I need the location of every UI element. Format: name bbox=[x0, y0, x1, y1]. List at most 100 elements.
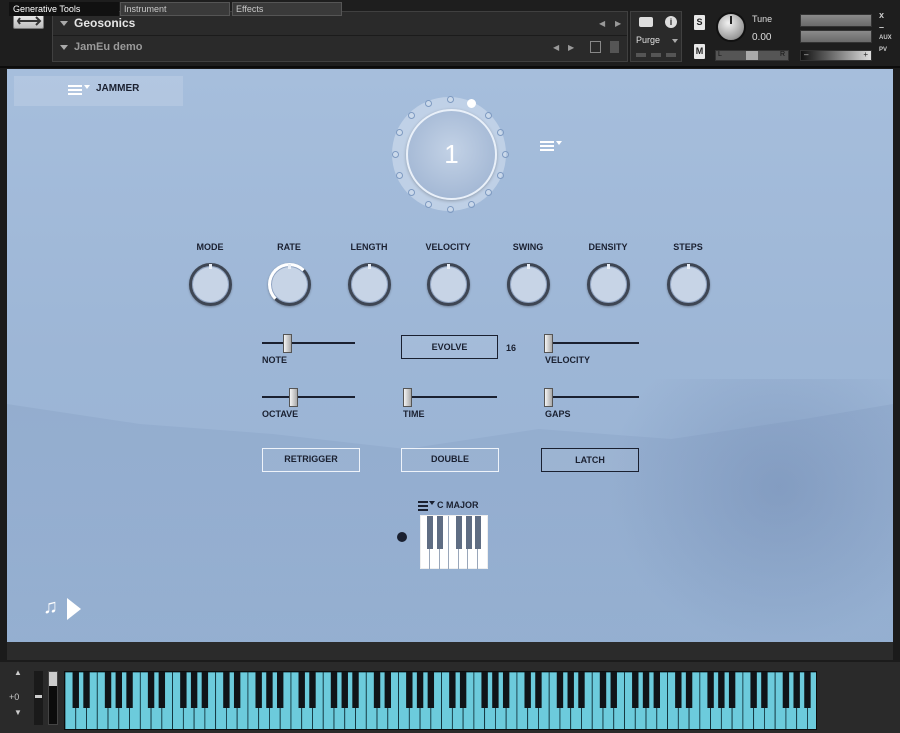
chevron-down-icon[interactable] bbox=[672, 39, 678, 43]
pattern-step-dot[interactable] bbox=[485, 111, 493, 119]
chevron-down-icon[interactable] bbox=[60, 21, 68, 26]
black-key[interactable] bbox=[309, 672, 316, 708]
pv-button[interactable]: PV bbox=[879, 47, 887, 53]
octave-slider-thumb[interactable] bbox=[289, 388, 298, 407]
black-key[interactable] bbox=[610, 672, 617, 708]
time-slider-track[interactable] bbox=[403, 396, 497, 398]
pattern-menu-icon[interactable] bbox=[540, 141, 554, 152]
prev-multi-icon[interactable]: ◀ bbox=[553, 43, 559, 52]
black-key[interactable] bbox=[147, 672, 155, 708]
scale-menu-icon[interactable] bbox=[418, 501, 428, 512]
octave-down-icon[interactable]: ▼ bbox=[14, 708, 22, 717]
hamburger-menu-icon[interactable] bbox=[68, 85, 82, 96]
black-key[interactable] bbox=[83, 672, 90, 708]
scale-piano[interactable] bbox=[420, 515, 488, 569]
black-key[interactable] bbox=[761, 672, 768, 708]
next-multi-icon[interactable]: ▶ bbox=[568, 43, 574, 52]
velocity-knob[interactable] bbox=[427, 263, 470, 306]
density-knob[interactable] bbox=[587, 263, 630, 306]
black-key[interactable] bbox=[578, 672, 585, 708]
gaps-slider-thumb[interactable] bbox=[544, 388, 553, 407]
pattern-step-dot[interactable] bbox=[391, 150, 399, 158]
black-key[interactable] bbox=[180, 672, 187, 708]
black-key[interactable] bbox=[277, 672, 284, 708]
black-key[interactable] bbox=[223, 672, 230, 708]
black-key[interactable] bbox=[642, 672, 650, 708]
latch-button[interactable]: LATCH bbox=[541, 448, 639, 472]
black-key[interactable] bbox=[352, 672, 359, 708]
pattern-step-dot[interactable] bbox=[446, 205, 454, 213]
black-key[interactable] bbox=[718, 672, 725, 708]
aux-button[interactable]: AUX bbox=[879, 35, 892, 41]
black-key[interactable] bbox=[72, 672, 79, 708]
black-key[interactable] bbox=[427, 672, 435, 708]
pattern-step-dot[interactable] bbox=[497, 171, 505, 179]
black-key[interactable] bbox=[675, 672, 682, 708]
black-key[interactable] bbox=[126, 672, 133, 708]
black-key[interactable] bbox=[233, 672, 241, 708]
pattern-step-dot[interactable] bbox=[407, 111, 415, 119]
minimize-icon[interactable]: – bbox=[879, 22, 884, 32]
black-key[interactable] bbox=[104, 672, 112, 708]
black-key[interactable] bbox=[599, 672, 607, 708]
prev-instrument-icon[interactable]: ◀ bbox=[599, 19, 605, 28]
mod-wheel[interactable] bbox=[48, 671, 58, 725]
black-key[interactable] bbox=[804, 672, 811, 708]
pitch-bend-wheel[interactable] bbox=[34, 671, 43, 725]
black-key[interactable] bbox=[481, 672, 488, 708]
black-key[interactable] bbox=[567, 672, 574, 708]
next-instrument-icon[interactable]: ▶ bbox=[615, 19, 621, 28]
scale-power-icon[interactable] bbox=[397, 532, 407, 542]
octave-slider-track[interactable] bbox=[262, 396, 355, 398]
length-knob[interactable] bbox=[348, 263, 391, 306]
swing-knob[interactable] bbox=[507, 263, 550, 306]
evolve-button[interactable]: EVOLVE bbox=[401, 335, 498, 359]
black-key[interactable] bbox=[341, 672, 348, 708]
black-key[interactable] bbox=[707, 672, 714, 708]
retrigger-button[interactable]: RETRIGGER bbox=[262, 448, 360, 472]
black-key[interactable] bbox=[632, 672, 639, 708]
black-key[interactable] bbox=[190, 672, 198, 708]
black-key[interactable] bbox=[728, 672, 736, 708]
black-key[interactable] bbox=[653, 672, 660, 708]
black-key[interactable] bbox=[793, 672, 800, 708]
tab-effects[interactable]: Effects bbox=[232, 2, 342, 16]
black-key[interactable] bbox=[782, 672, 790, 708]
music-note-icon[interactable]: ♫ bbox=[43, 597, 58, 617]
pattern-step-dot[interactable] bbox=[446, 95, 454, 103]
black-key[interactable] bbox=[416, 672, 424, 708]
solo-button[interactable]: S bbox=[694, 15, 705, 30]
chevron-down-icon[interactable] bbox=[60, 45, 68, 50]
play-icon[interactable] bbox=[67, 598, 81, 620]
multi-name[interactable]: JamEu demo bbox=[74, 41, 142, 53]
pattern-step-dot[interactable] bbox=[395, 171, 403, 179]
black-key[interactable] bbox=[330, 672, 338, 708]
purge-menu[interactable]: Purge bbox=[636, 35, 660, 45]
pattern-step-dot-active[interactable] bbox=[466, 98, 476, 108]
pattern-step-dot[interactable] bbox=[467, 201, 475, 209]
black-key[interactable] bbox=[115, 672, 122, 708]
volume-slider[interactable]: – + bbox=[800, 50, 872, 61]
save-icon[interactable] bbox=[590, 41, 601, 53]
black-key[interactable] bbox=[459, 672, 467, 708]
black-key[interactable] bbox=[158, 672, 166, 708]
instrument-name[interactable]: Geosonics bbox=[74, 16, 135, 30]
mode-knob[interactable] bbox=[189, 263, 232, 306]
steps-knob[interactable] bbox=[667, 263, 710, 306]
trash-icon[interactable] bbox=[610, 41, 619, 53]
black-key[interactable] bbox=[502, 672, 510, 708]
pan-slider[interactable]: L R bbox=[715, 50, 789, 61]
black-key[interactable] bbox=[373, 672, 381, 708]
note-slider-track[interactable] bbox=[262, 342, 355, 344]
note-slider-thumb[interactable] bbox=[283, 334, 292, 353]
time-slider-thumb[interactable] bbox=[403, 388, 412, 407]
black-key[interactable] bbox=[685, 672, 693, 708]
velocity-slider-thumb[interactable] bbox=[544, 334, 553, 353]
black-key[interactable] bbox=[255, 672, 262, 708]
close-icon[interactable]: x bbox=[879, 10, 884, 20]
black-key[interactable] bbox=[406, 672, 413, 708]
octave-up-icon[interactable]: ▲ bbox=[14, 668, 22, 677]
black-key[interactable] bbox=[750, 672, 757, 708]
pattern-step-dot[interactable] bbox=[497, 129, 505, 137]
black-key[interactable] bbox=[492, 672, 499, 708]
